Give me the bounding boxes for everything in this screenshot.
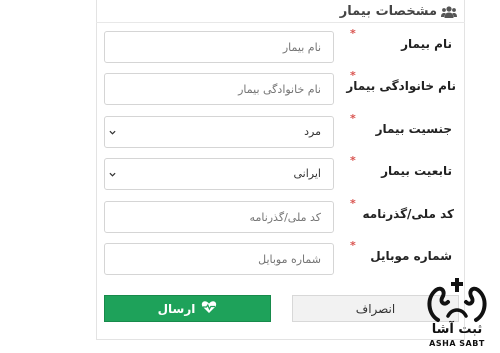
users-icon xyxy=(441,4,457,18)
required-mark: * xyxy=(350,69,356,82)
national-id-input[interactable] xyxy=(104,201,334,233)
required-mark: * xyxy=(350,112,356,125)
nationality-label: تابعیت بیمار xyxy=(381,164,452,178)
chevron-down-icon xyxy=(109,130,116,135)
required-mark: * xyxy=(350,154,356,167)
mobile-label-text: شماره موبایل xyxy=(370,249,452,263)
last-name-label: نام خانوادگی بیمار xyxy=(346,79,456,93)
required-mark: * xyxy=(350,239,356,252)
nationality-label-text: تابعیت بیمار xyxy=(381,164,452,178)
chevron-down-icon xyxy=(109,172,116,177)
first-name-label: نام بیمار xyxy=(401,37,452,51)
mobile-label: شماره موبایل xyxy=(370,249,452,263)
last-name-input[interactable] xyxy=(104,73,334,105)
form-row-last-name: نام خانوادگی بیمار * xyxy=(104,69,456,105)
form-row-nationality: ایرانی تابعیت بیمار * xyxy=(104,154,452,190)
gender-label-text: جنسیت بیمار xyxy=(375,122,452,136)
gender-label: جنسیت بیمار xyxy=(376,122,452,136)
panel-left-border xyxy=(96,0,97,340)
form-row-gender: مرد جنسیت بیمار * xyxy=(104,112,452,148)
mobile-input[interactable] xyxy=(104,243,334,275)
panel-bottom-border xyxy=(96,339,465,340)
nationality-select[interactable]: ایرانی xyxy=(104,158,334,190)
section-header: مشخصات بیمار xyxy=(340,2,457,20)
form-row-mobile: شماره موبایل * xyxy=(104,239,452,275)
section-title: مشخصات بیمار xyxy=(339,3,437,19)
first-name-label-text: نام بیمار xyxy=(401,37,452,51)
cancel-button-label: انصراف xyxy=(355,301,396,316)
brand-name: ثبت آشا xyxy=(431,322,483,337)
gender-select[interactable]: مرد xyxy=(104,116,334,148)
required-mark: * xyxy=(350,27,356,40)
national-id-label-text: کد ملی/گذرنامه xyxy=(362,207,454,221)
brand-latin-name: ASHA SABT xyxy=(429,339,485,348)
send-button[interactable]: ارسال xyxy=(104,295,271,322)
form-row-first-name: نام بیمار * xyxy=(104,27,452,63)
required-mark: * xyxy=(350,197,356,210)
last-name-label-text: نام خانوادگی بیمار xyxy=(346,79,456,93)
gender-selected-value: مرد xyxy=(304,125,321,138)
heart-pulse-icon xyxy=(201,300,217,317)
nationality-selected-value: ایرانی xyxy=(293,167,321,180)
header-divider xyxy=(96,22,465,23)
first-name-input[interactable] xyxy=(104,31,334,63)
national-id-label: کد ملی/گذرنامه xyxy=(363,207,454,221)
form-row-national-id: کد ملی/گذرنامه * xyxy=(104,197,454,233)
send-button-label: ارسال xyxy=(157,301,196,316)
